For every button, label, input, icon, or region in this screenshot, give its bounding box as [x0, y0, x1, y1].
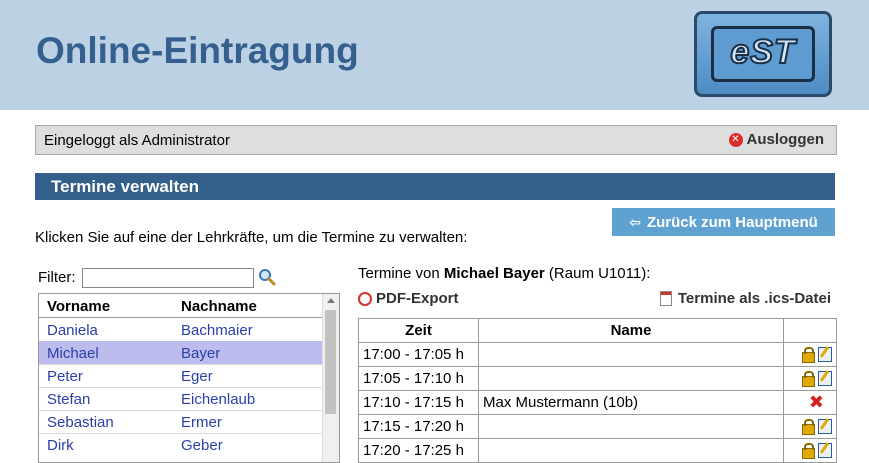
teacher-list-header: Vorname Nachname	[39, 294, 323, 318]
close-circle-icon: ✕	[728, 132, 743, 147]
search-icon[interactable]	[258, 268, 276, 286]
login-status-bar: Eingeloggt als Administrator ✕ Ausloggen	[35, 125, 837, 155]
arrow-left-icon: ⇦	[629, 213, 641, 230]
section-header: Termine verwalten	[35, 173, 835, 200]
teacher-row[interactable]: Daniela Bachmaier	[39, 318, 323, 341]
appointment-row: 17:20 - 17:25 h	[358, 438, 837, 463]
filter-label: Filter:	[38, 269, 76, 286]
appointments-heading: Termine von Michael Bayer (Raum U1011):	[358, 265, 651, 282]
column-header-lastname[interactable]: Nachname	[181, 298, 257, 315]
appointments-table: Zeit Name 17:00 - 17:05 h 17:05 - 17:10 …	[358, 318, 837, 463]
lock-icon[interactable]	[802, 347, 815, 364]
appointment-row: 17:15 - 17:20 h	[358, 414, 837, 439]
login-status-text: Eingeloggt als Administrator	[44, 132, 230, 149]
teacher-list-scrollbar[interactable]	[322, 294, 339, 462]
app-title: Online-Eintragung	[36, 30, 359, 71]
column-header-name: Name	[478, 318, 784, 343]
teacher-row[interactable]: Dirk Geber	[39, 433, 323, 456]
ics-export-link[interactable]: Termine als .ics-Datei	[659, 290, 831, 307]
selected-teacher-name: Michael Bayer	[443, 265, 545, 282]
back-to-main-menu-button[interactable]: ⇦ Zurück zum Hauptmenü	[612, 208, 835, 236]
appointments-header-row: Zeit Name	[358, 318, 837, 343]
est-logo: eST	[694, 11, 832, 97]
logo-text: eST	[729, 32, 796, 72]
scroll-up-arrow-icon[interactable]	[327, 298, 335, 303]
back-button-label: Zurück zum Hauptmenü	[646, 213, 818, 231]
appointment-row: 17:10 - 17:15 h Max Mustermann (10b) ✖	[358, 390, 837, 415]
edit-icon[interactable]	[818, 371, 832, 387]
section-title: Termine verwalten	[51, 177, 200, 196]
column-header-firstname[interactable]: Vorname	[47, 298, 110, 315]
pdf-icon	[358, 291, 372, 306]
edit-icon[interactable]	[818, 419, 832, 435]
column-header-actions	[783, 318, 837, 343]
logout-label: Ausloggen	[746, 131, 825, 148]
teacher-row-selected[interactable]: Michael Bayer	[39, 341, 323, 364]
appointment-row: 17:00 - 17:05 h	[358, 342, 837, 367]
calendar-icon	[659, 291, 672, 306]
edit-icon[interactable]	[818, 443, 832, 459]
lock-icon[interactable]	[802, 371, 815, 388]
logout-button[interactable]: ✕ Ausloggen	[728, 131, 825, 148]
instruction-text: Klicken Sie auf eine der Lehrkräfte, um …	[35, 229, 468, 246]
filter-input[interactable]	[82, 268, 254, 288]
teacher-list[interactable]: Vorname Nachname Daniela Bachmaier Micha…	[38, 293, 340, 463]
teacher-row[interactable]: Sebastian Ermer	[39, 410, 323, 433]
scroll-thumb[interactable]	[325, 310, 336, 414]
column-header-time: Zeit	[358, 318, 479, 343]
lock-icon[interactable]	[802, 419, 815, 436]
appointment-booked-name: Max Mustermann (10b)	[478, 390, 784, 415]
appointment-row: 17:05 - 17:10 h	[358, 366, 837, 391]
page-header: Online-Eintragung eST	[0, 0, 869, 110]
edit-icon[interactable]	[818, 347, 832, 363]
teacher-row[interactable]: Peter Eger	[39, 364, 323, 387]
pdf-export-link[interactable]: PDF-Export	[358, 290, 459, 307]
room-info: (Raum U1011):	[544, 265, 651, 282]
delete-icon[interactable]: ✖	[809, 392, 824, 412]
teacher-row[interactable]: Stefan Eichenlaub	[39, 387, 323, 410]
